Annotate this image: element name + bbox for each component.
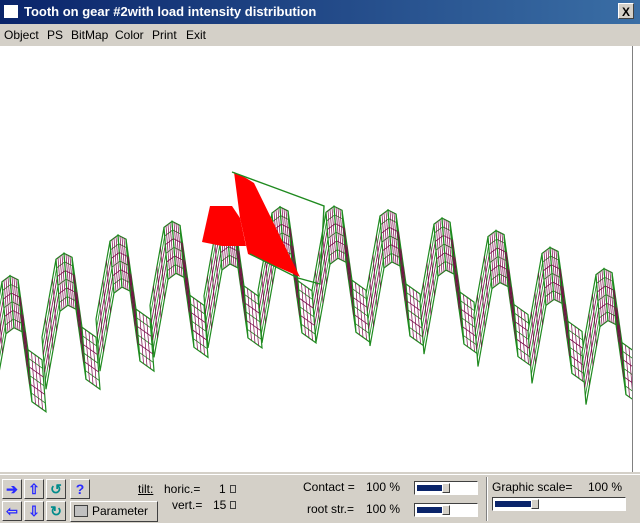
gear-tooth-mesh xyxy=(0,205,632,414)
arrow-down-button[interactable]: ⇩ xyxy=(24,501,44,521)
arrow-left-icon: ⇦ xyxy=(6,503,18,519)
root-slider[interactable] xyxy=(414,503,478,517)
root-slider-thumb[interactable] xyxy=(442,505,450,515)
menu-object[interactable]: Object xyxy=(4,28,39,42)
window-icon xyxy=(4,5,18,18)
rotate-cw-button[interactable]: ↻ xyxy=(46,501,66,521)
arrow-up-button[interactable]: ⇧ xyxy=(24,479,44,499)
vert-value-text: 15 xyxy=(213,498,227,512)
graphic-scale-slider-fill xyxy=(495,501,531,507)
contact-label: Contact = xyxy=(303,480,355,494)
graphic-scale-slider-thumb[interactable] xyxy=(531,499,539,509)
menu-ps[interactable]: PS xyxy=(47,28,63,42)
contact-slider-thumb[interactable] xyxy=(442,483,450,493)
graphic-scale-slider[interactable] xyxy=(492,497,626,511)
tilt-label: tilt: xyxy=(138,482,154,496)
parameter-label: Parameter xyxy=(92,504,149,518)
gear-canvas[interactable] xyxy=(0,46,632,472)
menu-color[interactable]: Color xyxy=(115,28,144,42)
horiz-label: horic.= xyxy=(164,482,201,496)
gear-mesh-drawing xyxy=(0,171,632,414)
horiz-spinner[interactable] xyxy=(229,485,236,493)
contact-value: 100 % xyxy=(366,480,401,494)
parameter-icon xyxy=(74,505,88,517)
menu-exit[interactable]: Exit xyxy=(186,28,206,42)
arrow-right-button[interactable]: ➔ xyxy=(2,479,22,499)
horiz-value-text: 1 xyxy=(219,482,226,496)
root-value: 100 % xyxy=(366,502,401,516)
vert-label: vert.= xyxy=(172,498,203,512)
window-title: Tooth on gear #2with load intensity dist… xyxy=(24,4,317,19)
close-button[interactable]: X xyxy=(618,3,634,19)
right-edge-strip xyxy=(632,46,640,472)
rotate-ccw-icon: ↺ xyxy=(50,481,62,497)
menu-bitmap[interactable]: BitMap xyxy=(71,28,108,42)
horiz-value[interactable]: 1 xyxy=(219,482,236,496)
vert-spinner[interactable] xyxy=(230,501,237,509)
arrow-up-icon: ⇧ xyxy=(28,481,40,497)
rotate-ccw-button[interactable]: ↺ xyxy=(46,479,66,499)
question-mark-icon: ? xyxy=(75,481,85,497)
arrow-down-icon: ⇩ xyxy=(28,503,40,519)
title-bar: Tooth on gear #2with load intensity dist… xyxy=(0,0,640,24)
arrow-left-button[interactable]: ⇦ xyxy=(2,501,22,521)
rotate-cw-icon: ↻ xyxy=(50,503,62,519)
menu-bar: Object PS BitMap Color Print Exit xyxy=(0,25,640,45)
vert-value[interactable]: 15 xyxy=(213,498,237,512)
parameter-button[interactable]: Parameter xyxy=(70,501,158,522)
menu-print[interactable]: Print xyxy=(152,28,177,42)
graphic-scale-value: 100 % xyxy=(588,480,623,494)
bottom-toolbar: ➔ ⇧ ↺ ? ⇦ ⇩ ↻ Parameter tilt: horic.= 1 … xyxy=(0,474,640,523)
arrow-right-icon: ➔ xyxy=(6,481,18,497)
root-slider-fill xyxy=(417,507,442,513)
help-button[interactable]: ? xyxy=(70,479,90,499)
toolbar-separator xyxy=(486,477,488,521)
graphic-scale-label: Graphic scale= xyxy=(492,480,573,494)
contact-slider[interactable] xyxy=(414,481,478,495)
root-label: root str.= xyxy=(307,502,355,516)
contact-slider-fill xyxy=(417,485,442,491)
